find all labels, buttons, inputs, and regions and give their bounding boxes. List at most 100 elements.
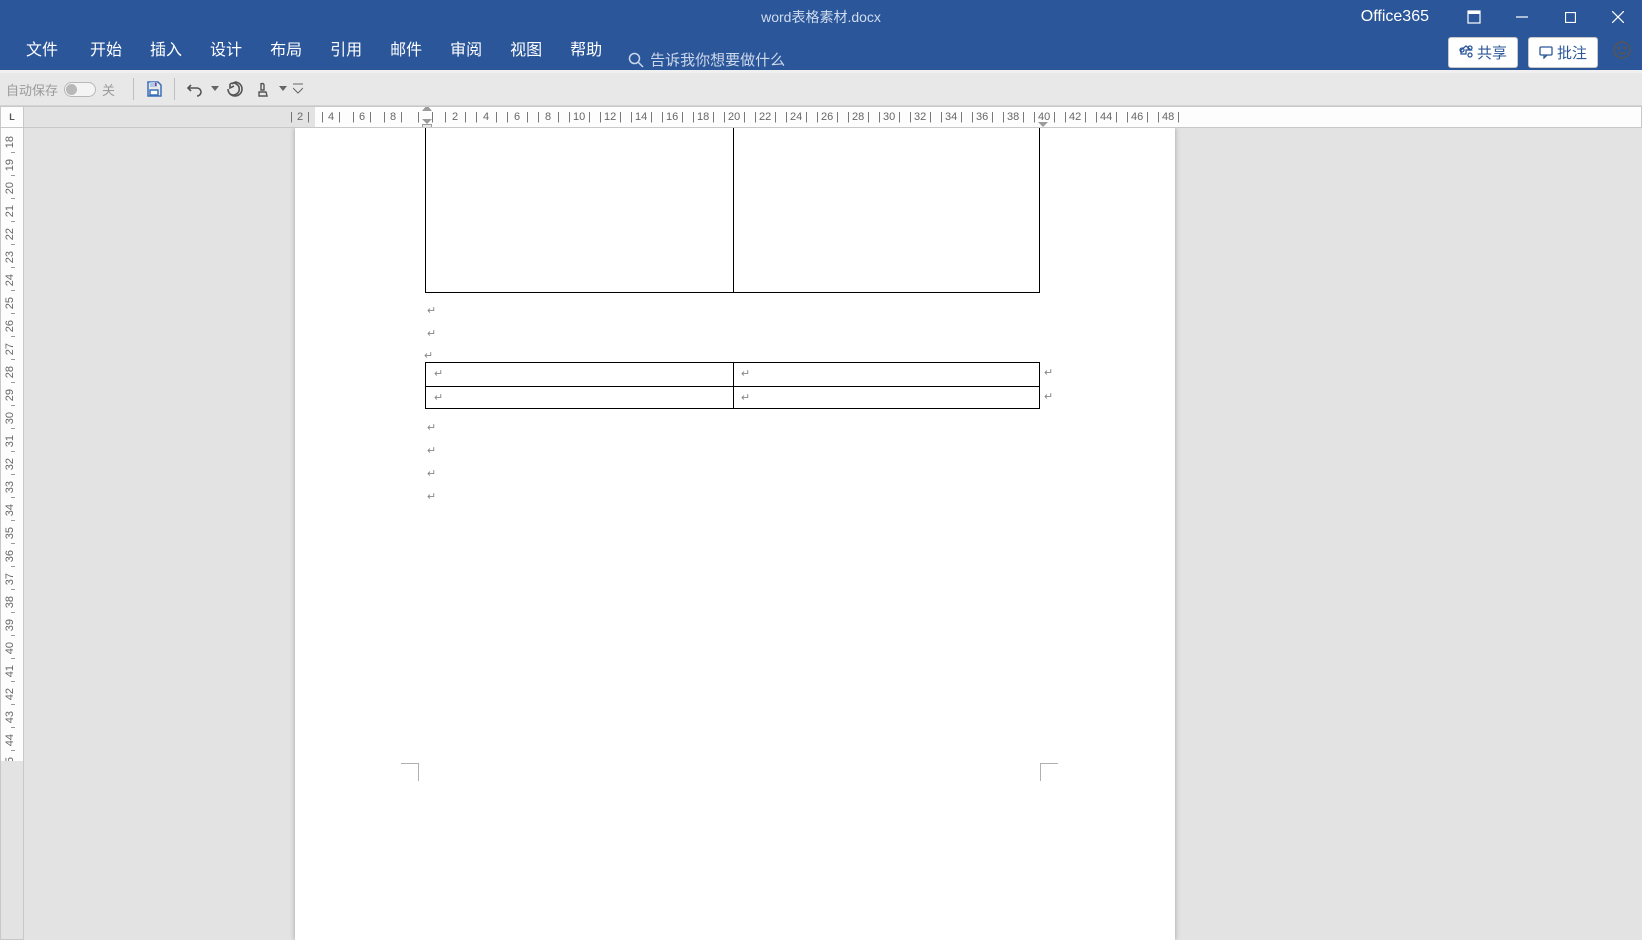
ruler-number: 12 — [604, 111, 616, 123]
qat-separator — [133, 78, 134, 100]
ruler-number: 28 — [852, 111, 864, 123]
ruler-number: 20 — [728, 111, 740, 123]
feedback-button[interactable] — [1612, 40, 1632, 65]
ruler-number: 26 — [821, 111, 833, 123]
ruler-number: 38 — [1007, 111, 1019, 123]
tab-home[interactable]: 开始 — [76, 30, 136, 70]
paragraph-mark: ↵ — [427, 421, 436, 434]
tab-mailings[interactable]: 邮件 — [376, 30, 436, 70]
tab-design[interactable]: 设计 — [196, 30, 256, 70]
ruler-number: 14 — [635, 111, 647, 123]
first-line-indent-icon — [422, 106, 432, 111]
tab-review[interactable]: 审阅 — [436, 30, 496, 70]
paragraph-mark: ↵ — [427, 444, 436, 457]
main-area: 1819202122232425262728293031323334353637… — [0, 128, 1642, 940]
ruler-number: 16 — [666, 111, 678, 123]
ruler-number: 18 — [697, 111, 709, 123]
v-ruler-number: 34 — [4, 504, 16, 516]
hanging-indent-icon — [422, 119, 432, 127]
touch-dropdown[interactable] — [277, 86, 289, 92]
ruler-number: 4 — [483, 111, 489, 123]
ruler-number: 42 — [1069, 111, 1081, 123]
ruler-number: 6 — [514, 111, 520, 123]
vertical-ruler[interactable]: 1819202122232425262728293031323334353637… — [0, 128, 24, 940]
document-page[interactable]: ↵ ↵ ↵ ↵ ↵ ↵ ↵ ↵ ↵ ↵ ↵ ↵ ↵ — [295, 128, 1175, 940]
tell-me-placeholder: 告诉我你想要做什么 — [650, 49, 785, 70]
autosave-control[interactable]: 自动保存 关 — [6, 80, 115, 99]
ruler-number: 36 — [976, 111, 988, 123]
share-button[interactable]: 共享 — [1448, 37, 1518, 68]
office-brand[interactable]: Office365 — [1355, 8, 1435, 26]
share-icon — [1459, 45, 1473, 59]
share-label: 共享 — [1477, 42, 1507, 63]
v-ruler-number: 31 — [4, 435, 16, 447]
v-ruler-number: 30 — [4, 412, 16, 424]
v-ruler-number: 41 — [4, 665, 16, 677]
right-indent-marker[interactable] — [1038, 122, 1048, 127]
horizontal-ruler[interactable]: 8||6||4||2||||2||4||6||8||10||12||14||16… — [24, 106, 1642, 128]
v-ruler-number: 26 — [4, 320, 16, 332]
file-tab[interactable]: 文件 — [8, 30, 76, 70]
save-button[interactable] — [140, 75, 168, 103]
search-icon — [628, 52, 644, 68]
redo-icon — [226, 80, 244, 98]
v-ruler-number: 43 — [4, 711, 16, 723]
chevron-down-icon — [279, 86, 287, 92]
comments-button[interactable]: 批注 — [1528, 37, 1598, 68]
title-bar-right: Office365 — [1355, 0, 1642, 34]
undo-button[interactable] — [181, 75, 209, 103]
close-button[interactable] — [1594, 0, 1642, 34]
ruler-number: 44 — [1100, 111, 1112, 123]
ruler-margin-shade — [24, 107, 315, 127]
cell-mark: ↵ — [741, 391, 750, 404]
tab-references[interactable]: 引用 — [316, 30, 376, 70]
v-ruler-number: 38 — [4, 596, 16, 608]
table-2[interactable]: ↵ ↵ ↵ ↵ — [425, 362, 1040, 409]
ruler-number: 46 — [1131, 111, 1143, 123]
ribbon-display-options-button[interactable] — [1450, 0, 1498, 34]
v-ruler-number: 20 — [4, 182, 16, 194]
v-ruler-number: 22 — [4, 228, 16, 240]
paragraph-mark: ↵ — [427, 490, 436, 503]
ruler-number: 24 — [790, 111, 802, 123]
ruler-number: 4 — [328, 111, 334, 123]
row-end-mark: ↵ — [1044, 390, 1053, 403]
paragraph-mark: ↵ — [424, 349, 433, 362]
touch-mode-button[interactable] — [249, 75, 277, 103]
undo-dropdown[interactable] — [209, 86, 221, 92]
undo-icon — [186, 80, 204, 98]
tab-insert[interactable]: 插入 — [136, 30, 196, 70]
tab-selector[interactable]: L — [0, 106, 24, 128]
tab-view[interactable]: 视图 — [496, 30, 556, 70]
cell-mark: ↵ — [434, 367, 443, 380]
smiley-icon — [1612, 40, 1632, 60]
cell-mark: ↵ — [434, 391, 443, 404]
left-indent-marker[interactable] — [422, 106, 432, 127]
ribbon-right: 共享 批注 — [1448, 34, 1632, 70]
save-icon — [145, 80, 163, 98]
tab-layout[interactable]: 布局 — [256, 30, 316, 70]
row-end-mark: ↵ — [1044, 366, 1053, 379]
cell-mark: ↵ — [741, 367, 750, 380]
customize-icon — [293, 83, 303, 95]
ruler-number: 34 — [945, 111, 957, 123]
v-ruler-number: 42 — [4, 688, 16, 700]
maximize-button[interactable] — [1546, 0, 1594, 34]
ruler-number: 2 — [297, 111, 303, 123]
document-viewport[interactable]: ↵ ↵ ↵ ↵ ↵ ↵ ↵ ↵ ↵ ↵ ↵ ↵ ↵ — [24, 128, 1642, 940]
comment-icon — [1539, 45, 1553, 59]
tab-help[interactable]: 帮助 — [556, 30, 616, 70]
v-ruler-number: 40 — [4, 642, 16, 654]
customize-qat-button[interactable] — [289, 75, 307, 103]
tell-me-search[interactable]: 告诉我你想要做什么 — [628, 49, 785, 70]
document-title: word表格素材.docx — [761, 7, 881, 27]
v-ruler-number: 23 — [4, 251, 16, 263]
right-indent-icon — [1038, 122, 1048, 127]
v-ruler-number: 19 — [4, 159, 16, 171]
quick-access-toolbar: 自动保存 关 — [0, 73, 1642, 106]
table-1[interactable] — [425, 128, 1040, 293]
redo-button[interactable] — [221, 75, 249, 103]
autosave-toggle[interactable] — [64, 82, 96, 97]
minimize-button[interactable] — [1498, 0, 1546, 34]
v-ruler-number: 24 — [4, 274, 16, 286]
